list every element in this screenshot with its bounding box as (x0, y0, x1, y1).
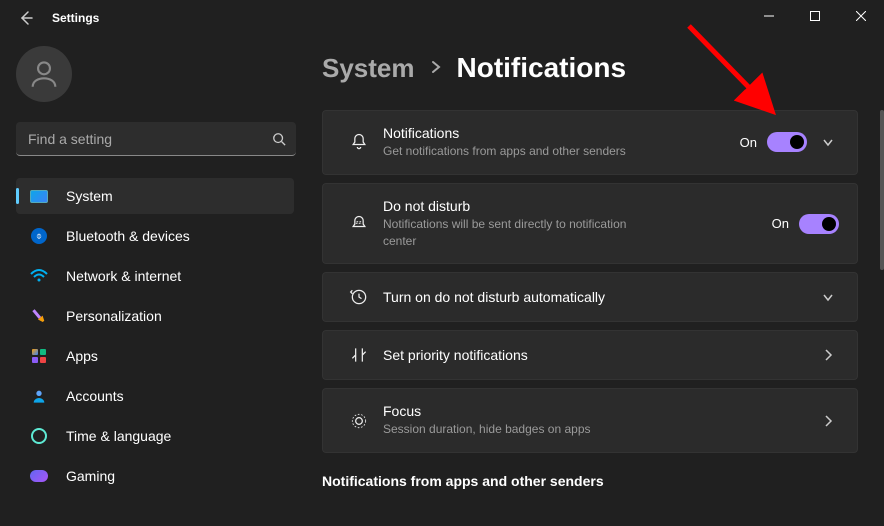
sidebar-item-label: Personalization (66, 308, 162, 324)
bluetooth-icon: ⌽ (26, 227, 52, 245)
notifications-toggle[interactable] (767, 132, 807, 152)
card-priority-notifications[interactable]: Set priority notifications (322, 330, 858, 380)
toggle-status: On (772, 216, 789, 231)
card-subtitle: Session duration, hide badges on apps (383, 421, 783, 438)
sidebar-item-system[interactable]: System (16, 178, 294, 214)
search-input[interactable] (16, 131, 262, 147)
sidebar-item-accounts[interactable]: Accounts (16, 378, 294, 414)
card-title: Do not disturb (383, 198, 772, 214)
card-subtitle: Notifications will be sent directly to n… (383, 216, 643, 250)
sidebar-item-apps[interactable]: Apps (16, 338, 294, 374)
clock-arrow-icon (341, 287, 377, 307)
user-icon (27, 57, 61, 91)
focus-icon (341, 411, 377, 431)
card-auto-dnd[interactable]: Turn on do not disturb automatically (322, 272, 858, 322)
dnd-icon: zz (341, 214, 377, 234)
display-icon (26, 187, 52, 205)
breadcrumb-parent[interactable]: System (322, 53, 415, 84)
chevron-right-icon (429, 58, 443, 79)
breadcrumb: System Notifications (322, 52, 858, 84)
clock-globe-icon (26, 427, 52, 445)
bell-icon (341, 132, 377, 152)
title-bar: Settings (0, 0, 884, 36)
app-title: Settings (52, 11, 99, 25)
expand-chevron[interactable] (817, 290, 839, 304)
search-box[interactable] (16, 122, 296, 156)
sidebar-item-gaming[interactable]: Gaming (16, 458, 294, 494)
card-subtitle: Get notifications from apps and other se… (383, 143, 643, 160)
toggle-status: On (740, 135, 757, 150)
sidebar-item-personalization[interactable]: Personalization (16, 298, 294, 334)
gamepad-icon (26, 467, 52, 485)
card-notifications[interactable]: Notifications Get notifications from app… (322, 110, 858, 175)
sidebar-item-label: System (66, 188, 113, 204)
scrollbar[interactable] (880, 110, 884, 270)
card-title: Set priority notifications (383, 347, 807, 363)
sidebar-item-bluetooth[interactable]: ⌽ Bluetooth & devices (16, 218, 294, 254)
close-button[interactable] (838, 0, 884, 32)
sidebar-item-label: Apps (66, 348, 98, 364)
svg-text:zz: zz (356, 220, 362, 226)
wifi-icon (26, 267, 52, 285)
arrow-left-icon (18, 10, 34, 26)
sidebar-item-label: Time & language (66, 428, 171, 444)
minimize-icon (764, 11, 774, 21)
sidebar-item-label: Bluetooth & devices (66, 228, 190, 244)
main-panel: System Notifications Notifications Get n… (310, 36, 884, 526)
sidebar: System ⌽ Bluetooth & devices Network & i… (0, 36, 310, 526)
section-header: Notifications from apps and other sender… (322, 473, 858, 489)
navigate-chevron[interactable] (817, 348, 839, 362)
avatar[interactable] (16, 46, 72, 102)
expand-chevron[interactable] (817, 135, 839, 149)
sidebar-item-time[interactable]: Time & language (16, 418, 294, 454)
dnd-toggle[interactable] (799, 214, 839, 234)
card-do-not-disturb[interactable]: zz Do not disturb Notifications will be … (322, 183, 858, 265)
sidebar-item-label: Accounts (66, 388, 124, 404)
card-title: Focus (383, 403, 807, 419)
minimize-button[interactable] (746, 0, 792, 32)
apps-icon (26, 347, 52, 365)
navigate-chevron[interactable] (817, 414, 839, 428)
card-title: Turn on do not disturb automatically (383, 289, 807, 305)
paintbrush-icon (26, 307, 52, 325)
maximize-button[interactable] (792, 0, 838, 32)
search-icon (262, 132, 296, 146)
card-title: Notifications (383, 125, 740, 141)
page-title: Notifications (457, 52, 627, 84)
accounts-icon (26, 387, 52, 405)
back-button[interactable] (12, 4, 40, 32)
card-focus[interactable]: Focus Session duration, hide badges on a… (322, 388, 858, 453)
sidebar-item-label: Network & internet (66, 268, 181, 284)
close-icon (856, 11, 866, 21)
sidebar-item-label: Gaming (66, 468, 115, 484)
maximize-icon (810, 11, 820, 21)
sidebar-item-network[interactable]: Network & internet (16, 258, 294, 294)
priority-icon (341, 345, 377, 365)
